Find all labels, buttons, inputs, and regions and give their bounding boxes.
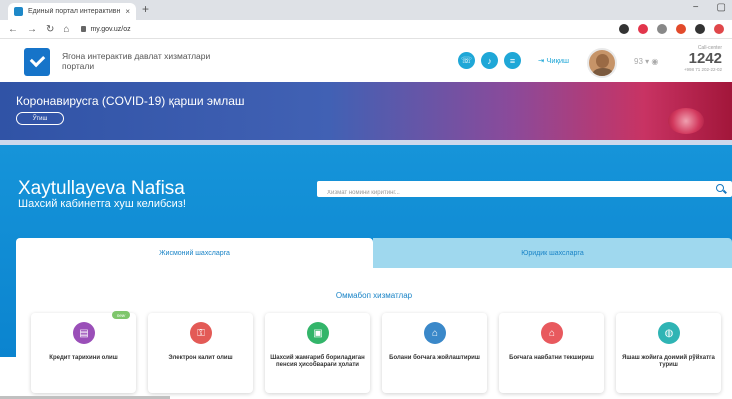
close-icon[interactable]: × — [125, 7, 130, 16]
new-badge: new — [112, 311, 130, 319]
extension-icon[interactable] — [638, 24, 648, 34]
extension-icon[interactable] — [657, 24, 667, 34]
login-label: Чиқиш — [546, 56, 570, 65]
login-link[interactable]: ⇥ Чиқиш — [538, 56, 569, 65]
wallet-icon: ▣ — [307, 322, 329, 344]
reload-button[interactable]: ↻ — [46, 24, 54, 35]
maximize-button[interactable]: ▢ — [717, 2, 726, 13]
user-name: Xaytullayeva Nafisa — [18, 178, 185, 199]
service-card[interactable]: ▤ new Кредит тарихини олиш — [31, 311, 136, 393]
service-label: Яшаш жойига доимий рўйхатга туриш — [622, 355, 715, 368]
browser-tabbar: Единый портал интерактивн × + − ▢ — [0, 0, 732, 20]
covid-title: Коронавирусга (COVID-19) қарши эмлаш — [16, 94, 245, 108]
forward-button[interactable]: → — [27, 24, 37, 35]
new-tab-button[interactable]: + — [142, 2, 149, 16]
lock-icon — [81, 26, 87, 32]
call-center: Call-center 1242 +998 71 202-22-02 — [684, 45, 722, 72]
service-label: Кредит тарихини олиш — [49, 355, 118, 361]
address-bar: ← → ↻ ⌂ my.gov.uz/oz — [0, 20, 732, 39]
favicon-icon — [14, 7, 23, 16]
bell-icon[interactable]: ♪ — [481, 52, 498, 69]
menu-icon[interactable]: ≡ — [504, 52, 521, 69]
window-controls: − ▢ — [693, 2, 726, 13]
welcome-text: Шахсий кабинетга хуш келибсиз! — [18, 198, 186, 210]
service-label: Электрон калит олиш — [168, 355, 233, 361]
kindergarten-icon: ⌂ — [424, 322, 446, 344]
tab-legal-entities[interactable]: Юридик шахсларга — [373, 238, 732, 268]
portal-logo[interactable] — [24, 48, 50, 76]
service-label: Шахсий жамғариб бориладиган пенсия ҳисоб… — [270, 355, 365, 368]
covid-go-button[interactable]: Ўтиш — [16, 112, 64, 125]
back-button[interactable]: ← — [8, 24, 18, 35]
call-center-number[interactable]: 1242 — [684, 51, 722, 67]
service-label: Боғчага навбатни текшириш — [509, 355, 594, 361]
key-icon: ⚿ — [190, 322, 212, 344]
service-label: Болани боғчага жойлаштириш — [389, 355, 480, 361]
avatar[interactable] — [587, 48, 617, 78]
service-card[interactable]: ⚿ Электрон калит олиш — [148, 313, 253, 393]
portal-name: Ягона интерактив давлат хизматлари порта… — [62, 51, 211, 71]
url-field[interactable]: my.gov.uz/oz — [81, 25, 131, 33]
call-center-phone: +998 71 202-22-02 — [683, 67, 722, 72]
registration-icon: ◍ — [658, 322, 680, 344]
extension-icons — [619, 24, 724, 34]
tab-individuals[interactable]: Жисмоний шахсларга — [16, 238, 373, 268]
service-card[interactable]: ▣ Шахсий жамғариб бориладиган пенсия ҳис… — [265, 313, 370, 393]
document-icon: ▤ — [73, 322, 95, 344]
phone-icon[interactable]: ☏ — [458, 52, 475, 69]
queue-icon: ⌂ — [541, 322, 563, 344]
virus-icon — [668, 108, 704, 134]
extension-icon[interactable] — [714, 24, 724, 34]
service-card[interactable]: ⌂ Боғчага навбатни текшириш — [499, 313, 604, 393]
temperature-value: 93 — [634, 57, 643, 66]
extension-icon[interactable] — [619, 24, 629, 34]
service-card[interactable]: ⌂ Болани боғчага жойлаштириш — [382, 313, 487, 393]
service-card[interactable]: ◍ Яшаш жойига доимий рўйхатга туриш — [616, 313, 721, 393]
extension-icon[interactable] — [695, 24, 705, 34]
services-panel: Оммабоп хизматлар ▤ new Кредит тарихини … — [16, 268, 732, 399]
minimize-button[interactable]: − — [693, 2, 699, 13]
extension-icon[interactable] — [676, 24, 686, 34]
tab-title: Единый портал интерактивн — [28, 8, 121, 15]
browser-tab[interactable]: Единый портал интерактивн × — [8, 3, 136, 20]
section-title: Оммабоп хизматлар — [335, 291, 413, 300]
covid-banner: Коронавирусга (COVID-19) қарши эмлаш Ўти… — [0, 82, 732, 140]
service-search — [317, 181, 732, 201]
search-input[interactable] — [317, 185, 697, 201]
site-header: Ягона интерактив давлат хизматлари порта… — [0, 40, 732, 82]
home-button[interactable]: ⌂ — [63, 24, 69, 35]
temperature: 93 ▾ ◉ — [634, 57, 659, 66]
search-icon[interactable] — [716, 184, 724, 192]
url-text: my.gov.uz/oz — [90, 25, 131, 33]
